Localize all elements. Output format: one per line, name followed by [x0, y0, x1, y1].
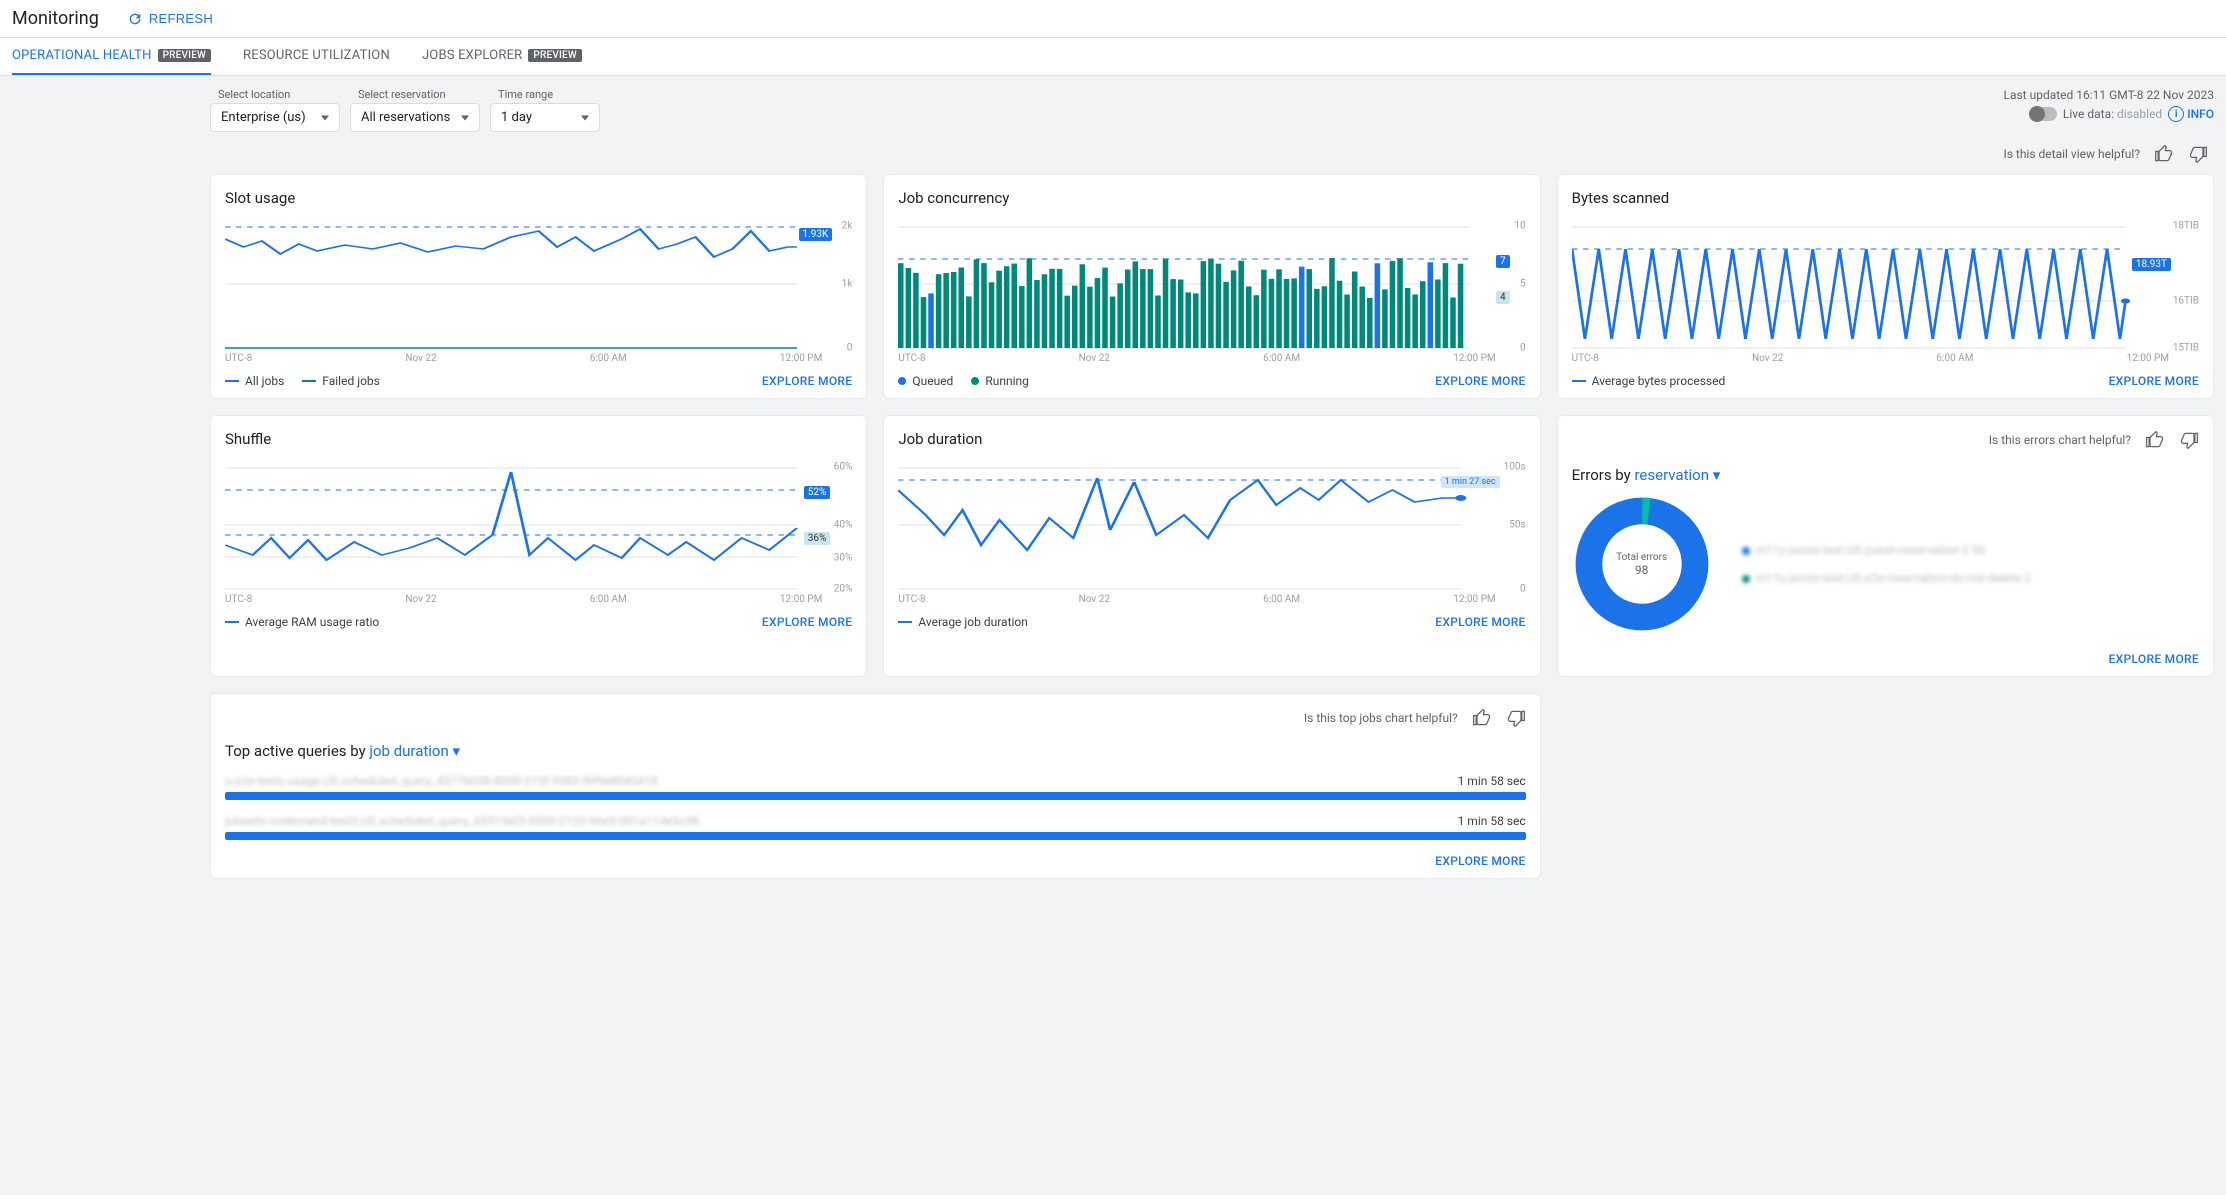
info-button[interactable]: i INFO: [2168, 106, 2214, 122]
reservation-label: Select reservation: [358, 88, 480, 101]
value-badge: 4: [1496, 291, 1510, 304]
location-label: Select location: [218, 88, 340, 101]
legend-avg-bytes: Average bytes processed: [1572, 374, 1726, 388]
query-name: u-e2e-tests-usage.US.scheduled_query_457…: [225, 774, 658, 788]
query-row[interactable]: juliawhr-ondemand-test3.US.scheduled_que…: [225, 814, 1526, 840]
job-concurrency-card: Job concurrency 10 5 0 7 4 UTC-8Nov 226:…: [883, 174, 1540, 399]
legend-avg-duration: Average job duration: [898, 615, 1028, 629]
errors-donut-chart: Total errors 98: [1572, 494, 1712, 634]
location-select[interactable]: Enterprise (us): [210, 103, 340, 132]
bytes-scanned-chart: 18TIB 16TIB 15TIB 18.93T: [1572, 219, 2199, 349]
tab-bar: OPERATIONAL HEALTH PREVIEW RESOURCE UTIL…: [0, 38, 2226, 76]
job-duration-card: Job duration 100s 50s 0 1 min 27 sec UTC…: [883, 415, 1540, 677]
value-badge: 7: [1496, 255, 1510, 268]
query-bar: [225, 832, 1526, 840]
top-queries-card: Is this top jobs chart helpful? Top acti…: [210, 693, 1541, 879]
value-badge: 1.93K: [799, 228, 833, 241]
tab-operational-health[interactable]: OPERATIONAL HEALTH PREVIEW: [12, 38, 211, 75]
errors-by-dropdown[interactable]: reservation ▾: [1634, 466, 1720, 484]
detail-feedback: Is this detail view helpful?: [210, 144, 2214, 164]
thumbs-up-icon[interactable]: [2154, 144, 2174, 164]
refresh-button[interactable]: REFRESH: [127, 11, 213, 27]
legend-failed-jobs: Failed jobs: [302, 374, 380, 388]
info-icon: i: [2168, 106, 2184, 122]
job-duration-chart: 100s 50s 0 1 min 27 sec: [898, 460, 1525, 590]
time-label: Time range: [498, 88, 600, 101]
value-badge: 18.93T: [2132, 258, 2171, 271]
slot-usage-card: Slot usage 2k 1k 0 1.93K UTC-8Nov 226:00…: [210, 174, 867, 399]
errors-feedback: Is this errors chart helpful?: [1572, 430, 2199, 450]
card-title: Slot usage: [225, 189, 852, 207]
errors-card: Is this errors chart helpful? Errors by …: [1557, 415, 2214, 677]
value-badge: 1 min 27 sec: [1441, 476, 1500, 488]
x-axis: UTC-8Nov 226:00 AM12:00 PM: [1572, 353, 2199, 364]
feedback-prompt: Is this detail view helpful?: [2003, 147, 2140, 161]
job-concurrency-chart: 10 5 0 7 4: [898, 219, 1525, 349]
query-duration: 1 min 58 sec: [1458, 814, 1526, 828]
content-area: Select location Enterprise (us) Select r…: [0, 76, 2226, 1195]
thumbs-down-icon[interactable]: [2188, 144, 2208, 164]
value-badge: 52%: [804, 486, 831, 499]
thumbs-up-icon[interactable]: [1472, 708, 1492, 728]
explore-more-link[interactable]: EXPLORE MORE: [1435, 854, 1525, 868]
filter-selects: Select location Enterprise (us) Select r…: [210, 88, 600, 132]
x-axis: UTC-8Nov 226:00 AM12:00 PM: [225, 353, 852, 364]
legend-ram-usage: Average RAM usage ratio: [225, 615, 379, 629]
card-title: Job concurrency: [898, 189, 1525, 207]
query-row[interactable]: u-e2e-tests-usage.US.scheduled_query_457…: [225, 774, 1526, 800]
status-area: Last updated 16:11 GMT-8 22 Nov 2023 Liv…: [2004, 88, 2215, 122]
explore-more-link[interactable]: EXPLORE MORE: [2109, 374, 2199, 388]
page-title: Monitoring: [12, 8, 99, 29]
query-bar: [225, 792, 1526, 800]
controls-row: Select location Enterprise (us) Select r…: [210, 88, 2214, 132]
card-title: Bytes scanned: [1572, 189, 2199, 207]
errors-legend: m11y-jxonix-test.US.yuesh-reservation-2 …: [1742, 543, 2031, 585]
thumbs-down-icon[interactable]: [2179, 430, 2199, 450]
preview-badge: PREVIEW: [158, 49, 211, 62]
x-axis: UTC-8Nov 226:00 AM12:00 PM: [898, 353, 1525, 364]
live-data-label: Live data: disabled: [2063, 107, 2162, 121]
legend-all-jobs: All jobs: [225, 374, 284, 388]
errors-title: Errors by reservation ▾: [1572, 466, 2199, 484]
shuffle-card: Shuffle 60% 40% 30% 20% 52% 36%: [210, 415, 867, 677]
explore-more-link[interactable]: EXPLORE MORE: [762, 374, 852, 388]
legend-queued: Queued: [898, 374, 953, 388]
top-queries-title: Top active queries by job duration ▾: [225, 742, 1526, 760]
tab-resource-utilization[interactable]: RESOURCE UTILIZATION: [243, 38, 390, 75]
explore-more-link[interactable]: EXPLORE MORE: [762, 615, 852, 629]
query-name: juliawhr-ondemand-test3.US.scheduled_que…: [225, 814, 699, 828]
explore-more-link[interactable]: EXPLORE MORE: [1435, 615, 1525, 629]
live-data-toggle[interactable]: [2031, 107, 2057, 121]
slot-usage-chart: 2k 1k 0 1.93K: [225, 219, 852, 349]
legend-running: Running: [971, 374, 1029, 388]
reservation-select[interactable]: All reservations: [350, 103, 480, 132]
shuffle-chart: 60% 40% 30% 20% 52% 36%: [225, 460, 852, 590]
top-queries-dropdown[interactable]: job duration ▾: [369, 742, 460, 760]
card-title: Shuffle: [225, 430, 852, 448]
time-range-select[interactable]: 1 day: [490, 103, 600, 132]
x-axis: UTC-8Nov 226:00 AM12:00 PM: [225, 594, 852, 605]
refresh-icon: [127, 11, 143, 27]
chart-grid: Slot usage 2k 1k 0 1.93K UTC-8Nov 226:00…: [210, 174, 2214, 879]
bytes-scanned-card: Bytes scanned 18TIB 16TIB 15TIB 18.93T U…: [1557, 174, 2214, 399]
topjobs-feedback: Is this top jobs chart helpful?: [225, 708, 1526, 728]
query-duration: 1 min 58 sec: [1458, 774, 1526, 788]
tab-jobs-explorer[interactable]: JOBS EXPLORER PREVIEW: [422, 38, 582, 75]
page-header: Monitoring REFRESH: [0, 0, 2226, 38]
x-axis: UTC-8Nov 226:00 AM12:00 PM: [898, 594, 1525, 605]
preview-badge: PREVIEW: [528, 49, 581, 62]
explore-more-link[interactable]: EXPLORE MORE: [1435, 374, 1525, 388]
explore-more-link[interactable]: EXPLORE MORE: [2109, 652, 2199, 666]
last-updated: Last updated 16:11 GMT-8 22 Nov 2023: [2004, 88, 2215, 102]
thumbs-down-icon[interactable]: [1506, 708, 1526, 728]
card-title: Job duration: [898, 430, 1525, 448]
thumbs-up-icon[interactable]: [2145, 430, 2165, 450]
value-badge: 36%: [804, 532, 831, 545]
